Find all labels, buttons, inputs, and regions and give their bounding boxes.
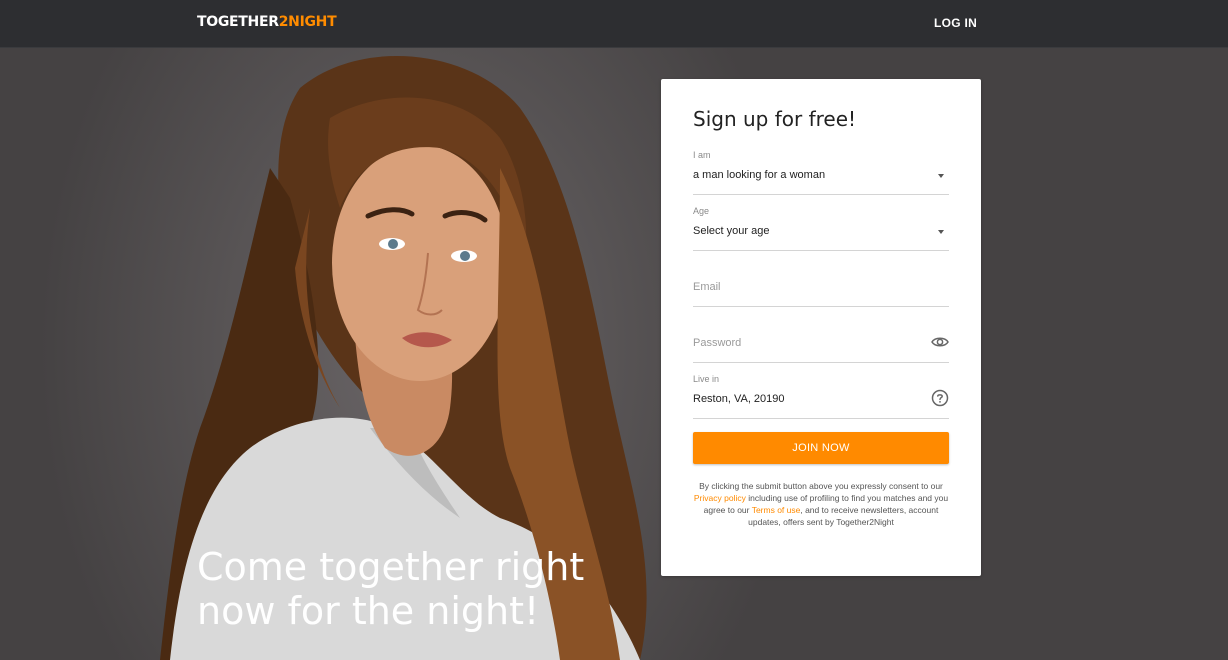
terms-of-use-link[interactable]: Terms of use xyxy=(752,505,801,515)
hero-headline: Come together right now for the night! xyxy=(197,545,585,633)
logo-text-accent: 2NIGHT xyxy=(278,14,337,30)
login-link[interactable]: LOG IN xyxy=(934,16,977,30)
signup-card: Sign up for free! I am a man looking for… xyxy=(661,79,981,576)
logo-text-main: TOGETHER xyxy=(197,14,279,30)
password-placeholder: Password xyxy=(693,337,742,349)
legal-consent-text: By clicking the submit button above you … xyxy=(693,480,949,528)
top-navigation-bar: TOGETHER2NIGHT LOG IN xyxy=(0,0,1228,48)
location-value: Reston, VA, 20190 xyxy=(693,393,785,405)
dropdown-caret-icon xyxy=(938,174,944,178)
dropdown-caret-icon xyxy=(938,230,944,234)
site-logo[interactable]: TOGETHER2NIGHT xyxy=(197,14,337,30)
age-select-value: Select your age xyxy=(693,225,770,237)
signup-title: Sign up for free! xyxy=(693,107,857,131)
help-icon[interactable] xyxy=(931,389,949,407)
privacy-policy-link[interactable]: Privacy policy xyxy=(694,493,746,503)
email-placeholder: Email xyxy=(693,281,721,293)
email-field[interactable]: Email xyxy=(693,262,949,307)
gender-select-label: I am xyxy=(693,150,711,160)
location-field[interactable]: Live in Reston, VA, 20190 xyxy=(693,374,949,419)
eye-icon[interactable] xyxy=(931,333,949,351)
age-select[interactable]: Age Select your age xyxy=(693,206,949,251)
password-field[interactable]: Password xyxy=(693,318,949,363)
legal-text-1: By clicking the submit button above you … xyxy=(699,481,943,491)
gender-select[interactable]: I am a man looking for a woman xyxy=(693,150,949,195)
age-select-label: Age xyxy=(693,206,710,216)
location-label: Live in xyxy=(693,374,720,384)
join-now-button[interactable]: JOIN NOW xyxy=(693,432,949,464)
gender-select-value: a man looking for a woman xyxy=(693,169,826,181)
